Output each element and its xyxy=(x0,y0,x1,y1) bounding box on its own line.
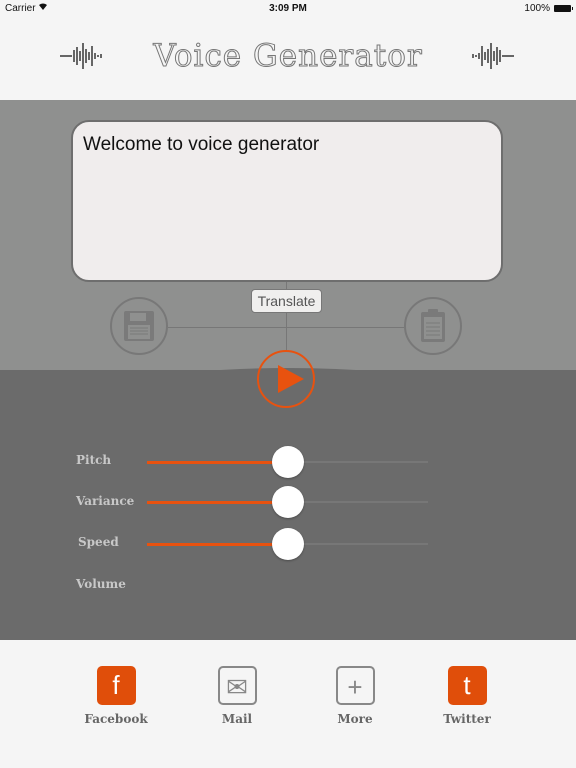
pitch-slider-fill xyxy=(147,461,288,464)
play-button[interactable] xyxy=(257,350,315,408)
text-input[interactable]: Welcome to voice generator xyxy=(71,120,503,282)
sound-wave-icon xyxy=(472,43,514,69)
share-twitter[interactable]: t Twitter xyxy=(427,666,507,726)
share-label: More xyxy=(337,712,373,726)
speed-slider-fill xyxy=(147,543,288,546)
share-label: Facebook xyxy=(84,712,148,726)
share-more[interactable]: + More xyxy=(315,666,395,726)
status-bar: Carrier 3:09 PM 100% xyxy=(0,0,576,18)
pitch-slider-thumb[interactable] xyxy=(271,446,304,478)
share-label: Mail xyxy=(221,712,253,726)
facebook-icon: f xyxy=(96,666,136,705)
volume-label: Volume xyxy=(76,577,126,591)
share-label: Twitter xyxy=(443,712,491,726)
share-mail[interactable]: ✉ Mail xyxy=(197,666,277,726)
share-facebook[interactable]: f Facebook xyxy=(76,666,156,726)
floppy-disk-icon xyxy=(124,311,154,341)
mail-icon: ✉ xyxy=(217,666,257,705)
variance-slider-thumb[interactable] xyxy=(271,486,304,518)
paste-button[interactable] xyxy=(404,297,462,355)
pitch-label: Pitch xyxy=(76,453,112,467)
battery-percent: 100% xyxy=(524,3,550,14)
variance-label: Variance xyxy=(76,494,135,508)
translate-button[interactable]: Translate xyxy=(251,289,322,313)
speed-slider-thumb[interactable] xyxy=(271,528,304,560)
plus-icon: + xyxy=(335,666,375,705)
clock: 3:09 PM xyxy=(269,3,307,14)
header: Voice Generator xyxy=(0,18,576,100)
variance-slider-fill xyxy=(147,501,288,504)
battery-icon xyxy=(554,5,573,12)
twitter-icon: t xyxy=(447,666,487,705)
share-bar: f Facebook ✉ Mail + More t Twitter xyxy=(0,640,576,768)
speed-label: Speed xyxy=(78,535,119,549)
variance-slider[interactable] xyxy=(147,486,428,518)
speed-slider[interactable] xyxy=(147,528,428,560)
clipboard-icon xyxy=(421,309,445,342)
pitch-slider[interactable] xyxy=(147,446,428,478)
save-button[interactable] xyxy=(110,297,168,355)
